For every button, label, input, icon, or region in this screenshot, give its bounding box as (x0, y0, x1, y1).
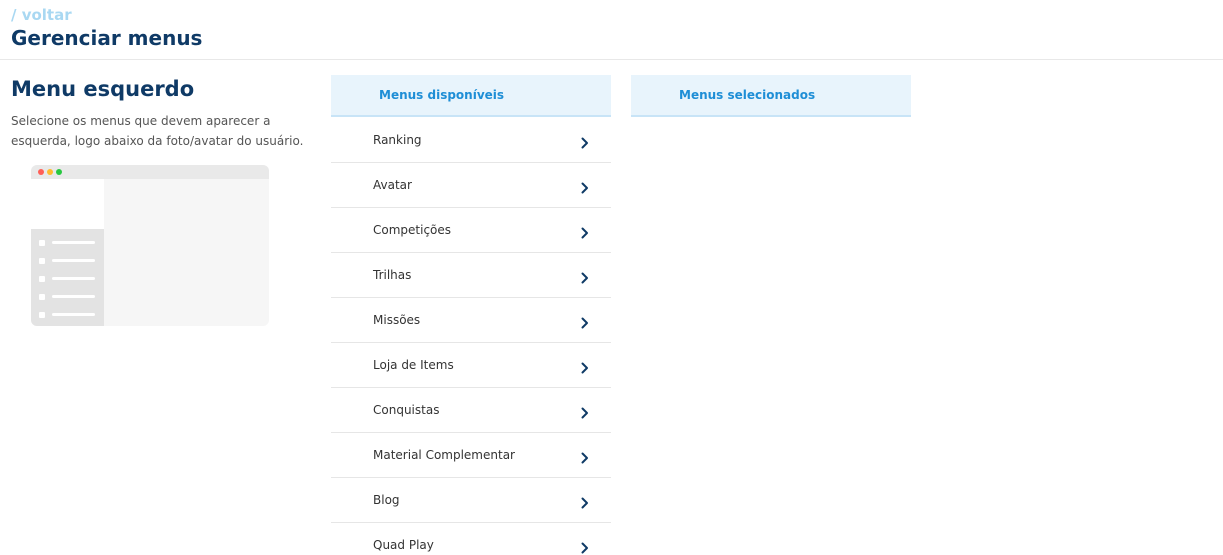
chevron-right-icon[interactable] (579, 269, 591, 284)
page-title: Gerenciar menus (11, 26, 203, 50)
left-menu-preview-illustration (31, 165, 269, 326)
header-divider (0, 59, 1223, 60)
window-minimize-dot-icon (47, 169, 53, 175)
menu-item-label: Missões (373, 313, 421, 327)
available-menu-item[interactable]: Loja de Items (331, 343, 611, 388)
section-description: Selecione os menus que devem aparecer a … (11, 114, 304, 148)
available-menu-item[interactable]: Avatar (331, 163, 611, 208)
section-title: Menu esquerdo (11, 77, 195, 101)
available-menus-header: Menus disponíveis (331, 75, 611, 117)
menu-item-label: Loja de Items (373, 358, 454, 372)
chevron-right-icon[interactable] (579, 224, 591, 239)
menu-item-label: Quad Play (373, 538, 434, 552)
chevron-right-icon[interactable] (579, 314, 591, 329)
preview-menu-line (39, 312, 96, 318)
chevron-right-icon[interactable] (579, 179, 591, 194)
chevron-right-icon[interactable] (579, 134, 591, 148)
preview-menu-line (39, 294, 96, 300)
available-menus-list: Ranking Avatar Competições Trilhas Missões Lo… (331, 117, 611, 555)
available-menu-item[interactable]: Conquistas (331, 388, 611, 433)
preview-window-bar (31, 165, 269, 179)
available-menu-item[interactable]: Missões (331, 298, 611, 343)
selected-menus-header: Menus selecionados (631, 75, 911, 117)
menu-item-label: Competições (373, 223, 452, 237)
window-maximize-dot-icon (56, 169, 62, 175)
available-menu-item[interactable]: Ranking (331, 117, 611, 163)
menu-item-label: Avatar (373, 178, 412, 192)
chevron-right-icon[interactable] (579, 539, 591, 554)
menu-item-label: Trilhas (373, 268, 412, 282)
selected-menus-column: Menus selecionados (631, 75, 911, 117)
window-close-dot-icon (38, 169, 44, 175)
page: / voltar Gerenciar menus Menu esquerdo S… (0, 0, 1223, 555)
chevron-right-icon[interactable] (579, 359, 591, 374)
available-menu-item[interactable]: Blog (331, 478, 611, 523)
chevron-right-icon[interactable] (579, 449, 591, 464)
menu-item-label: Blog (373, 493, 400, 507)
available-menu-item[interactable]: Trilhas (331, 253, 611, 298)
preview-sidebar-menu (31, 229, 104, 326)
preview-menu-line (39, 276, 96, 282)
chevron-right-icon[interactable] (579, 404, 591, 419)
preview-menu-line (39, 258, 96, 264)
chevron-right-icon[interactable] (579, 494, 591, 509)
back-link[interactable]: / voltar (11, 6, 72, 24)
available-menu-item[interactable]: Quad Play (331, 523, 611, 555)
preview-menu-line (39, 240, 96, 246)
available-menu-item[interactable]: Competições (331, 208, 611, 253)
menu-item-label: Material Complementar (373, 448, 515, 462)
menu-item-label: Ranking (373, 132, 422, 147)
available-menus-column: Menus disponíveis Ranking Avatar Competiçõ… (331, 75, 611, 555)
available-menu-item[interactable]: Material Complementar (331, 433, 611, 478)
preview-avatar-area (31, 179, 104, 229)
menu-item-label: Conquistas (373, 403, 440, 417)
